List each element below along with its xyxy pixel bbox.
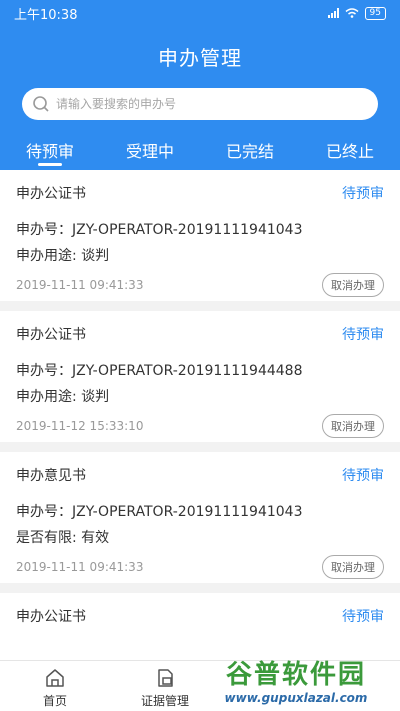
- record-type: 申办公证书: [16, 609, 86, 625]
- tabbar-label: 证据管理: [140, 694, 189, 708]
- record-id-label: 申办号：: [16, 363, 72, 379]
- record-id-label: 申办号：: [16, 222, 72, 238]
- record-type: 申办意见书: [16, 468, 86, 484]
- signal-icon: [327, 8, 339, 18]
- record-field-label: 申办用途:: [16, 389, 77, 405]
- status-tabs: 待预审 受理中 已完结 已终止: [0, 134, 400, 170]
- record-id-value: JZY-OPERATOR-20191111941043: [72, 222, 303, 238]
- tabbar-label: 首页: [42, 694, 67, 708]
- evidence-icon: [158, 669, 173, 687]
- watermark-logo: 谷普软件园 www.gupuxlazal.com: [198, 654, 394, 710]
- cancel-button[interactable]: 取消办理: [322, 273, 384, 297]
- search-icon: [33, 96, 49, 112]
- status-badge: 待预审: [342, 468, 384, 484]
- search-input[interactable]: [56, 97, 368, 111]
- application-list[interactable]: 申办公证书 待预审 申办号：JZY-OPERATOR-2019111194104…: [0, 170, 400, 660]
- record-field-label: 申办用途:: [16, 248, 77, 264]
- watermark-url: www.gupuxlazal.com: [224, 691, 368, 705]
- cancel-button[interactable]: 取消办理: [322, 555, 384, 579]
- list-item[interactable]: 申办公证书 待预审: [0, 593, 400, 660]
- record-time: 2019-11-12 15:33:10: [16, 419, 144, 433]
- record-field-label: 是否有限:: [16, 530, 77, 546]
- battery-icon: 95: [364, 6, 386, 20]
- record-id-value: JZY-OPERATOR-20191111944488: [72, 363, 303, 379]
- tab-processing[interactable]: 受理中: [100, 134, 200, 170]
- list-item[interactable]: 申办公证书 待预审 申办号：JZY-OPERATOR-2019111194104…: [0, 170, 400, 301]
- home-icon: [46, 669, 64, 687]
- page-title: 申办管理: [158, 46, 242, 70]
- status-badge: 待预审: [342, 186, 384, 202]
- record-field-value: 谈判: [81, 389, 110, 405]
- record-field-value: 谈判: [81, 248, 110, 264]
- tab-pending-review[interactable]: 待预审: [0, 134, 100, 170]
- tabbar-item-home[interactable]: 首页: [0, 661, 110, 711]
- status-badge: 待预审: [342, 609, 384, 625]
- record-time: 2019-11-11 09:41:33: [16, 278, 144, 292]
- status-bar: 上午10:38 95: [0, 0, 400, 26]
- cancel-button[interactable]: 取消办理: [322, 414, 384, 438]
- status-badge: 待预审: [342, 327, 384, 343]
- list-item[interactable]: 申办公证书 待预审 申办号：JZY-OPERATOR-2019111194448…: [0, 311, 400, 442]
- tab-terminated[interactable]: 已终止: [300, 134, 400, 170]
- wifi-icon: [345, 8, 359, 18]
- status-time: 上午10:38: [14, 7, 78, 23]
- record-type: 申办公证书: [16, 186, 86, 202]
- watermark-title: 谷普软件园: [225, 660, 366, 690]
- list-item[interactable]: 申办意见书 待预审 申办号：JZY-OPERATOR-2019111194104…: [0, 452, 400, 583]
- record-field-value: 有效: [81, 530, 110, 546]
- header: 上午10:38 95 申办管理 待预审 受理中 已完结 已终止: [0, 0, 400, 170]
- record-id-value: JZY-OPERATOR-20191111941043: [72, 504, 303, 520]
- tab-completed[interactable]: 已完结: [200, 134, 300, 170]
- search-bar[interactable]: [22, 88, 378, 120]
- status-icons: 95: [327, 6, 386, 20]
- record-id-label: 申办号：: [16, 504, 72, 520]
- record-time: 2019-11-11 09:41:33: [16, 560, 144, 574]
- record-type: 申办公证书: [16, 327, 86, 343]
